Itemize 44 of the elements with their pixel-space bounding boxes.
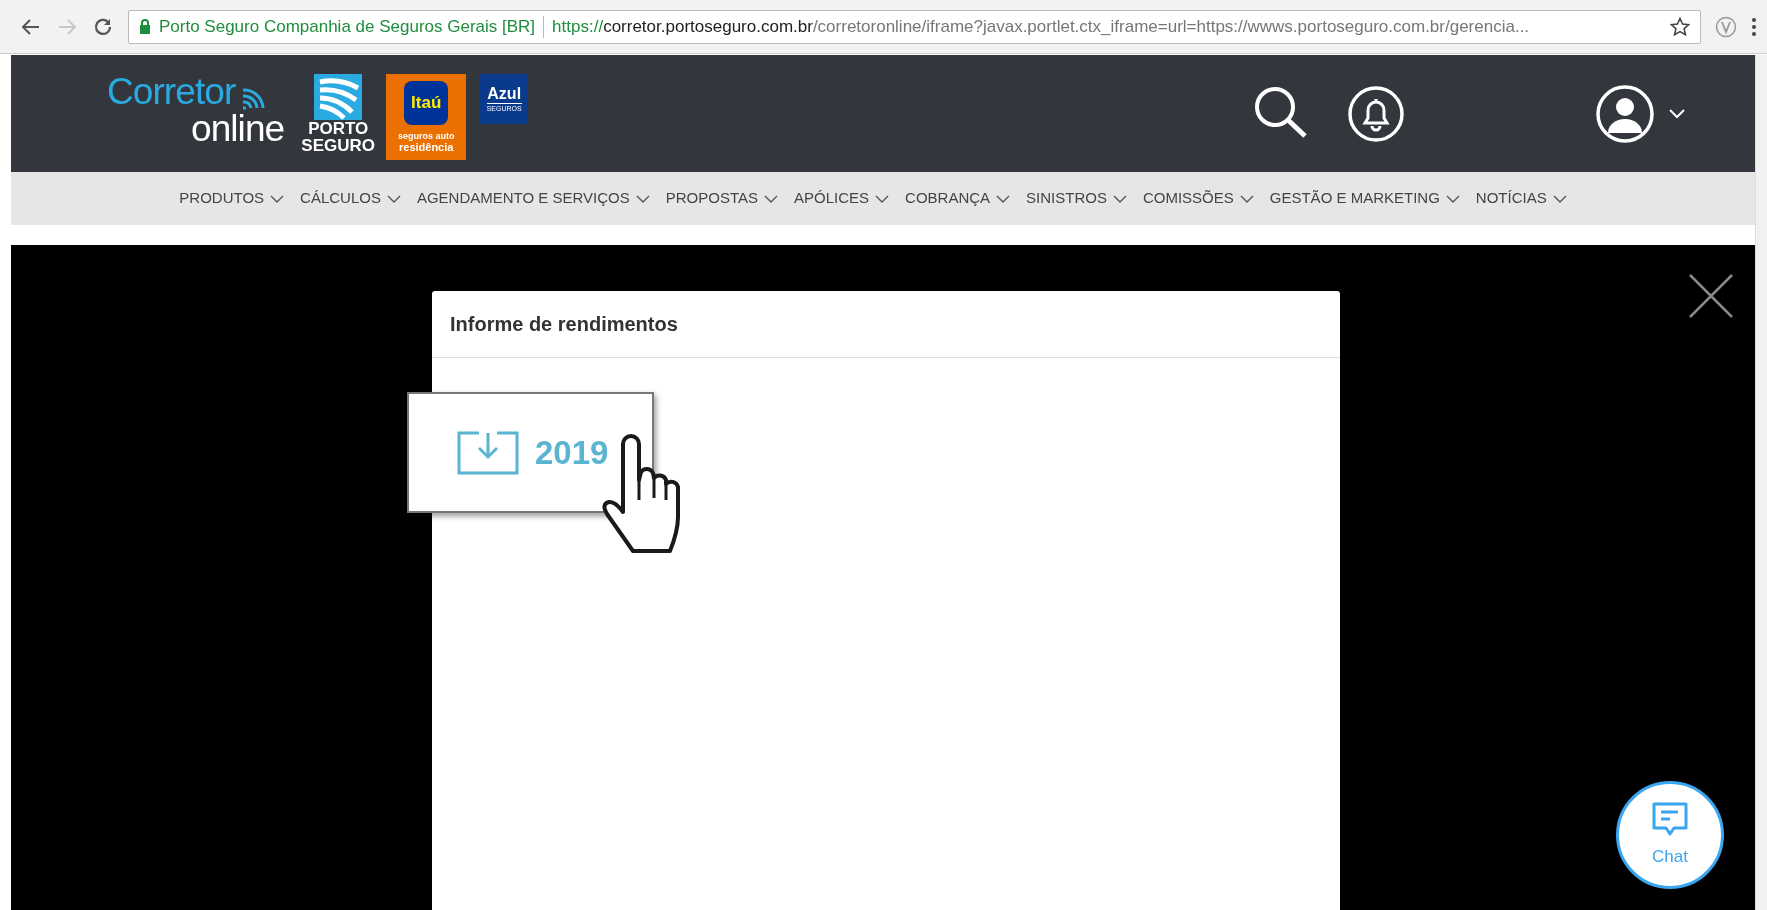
logo-text: Corretor xyxy=(107,72,236,110)
chevron-down-icon xyxy=(875,194,890,203)
extension-icon[interactable] xyxy=(1715,15,1737,38)
bell-icon[interactable] xyxy=(1347,84,1405,143)
logo-text: SEGURO xyxy=(301,137,376,154)
logo-text: residência xyxy=(399,141,454,153)
logo-text: Azul xyxy=(487,85,522,103)
nav-menu-item[interactable]: CÁLCULOS xyxy=(300,187,401,210)
sail-logo-icon xyxy=(314,74,363,120)
chevron-down-icon xyxy=(386,194,401,203)
chevron-down-icon xyxy=(1445,194,1460,203)
nav-menu-item[interactable]: GESTÃO E MARKETING xyxy=(1269,187,1460,210)
url-text: https://corretor.portoseguro.com.br/corretoronline/iframe?javax.portlet.ctx_iframe=url=https://wwws.portoseguro.com.br/gerencia... xyxy=(552,15,1531,38)
nav-menu-item[interactable]: NOTÍCIAS xyxy=(1475,187,1567,210)
nav-menu-item[interactable]: SINISTROS xyxy=(1026,187,1127,210)
star-icon[interactable] xyxy=(1670,16,1690,37)
chevron-down-icon xyxy=(1112,194,1127,203)
logo-text: PORTO xyxy=(308,120,369,137)
chevron-down-icon[interactable] xyxy=(1669,108,1685,119)
menu-icon[interactable] xyxy=(1751,16,1757,37)
chevron-down-icon xyxy=(1239,194,1254,203)
site-identity: Porto Seguro Companhia de Seguros Gerais [BR] xyxy=(159,15,536,38)
chevron-down-icon xyxy=(270,194,285,203)
chevron-down-icon xyxy=(635,194,650,203)
logo-text: Itaú xyxy=(404,81,449,125)
logo-text: seguros auto xyxy=(397,131,455,141)
chevron-down-icon xyxy=(1552,194,1567,203)
modal-title: Informe de rendimentos xyxy=(450,312,678,337)
close-icon[interactable] xyxy=(1688,273,1734,319)
nav-menu-item[interactable]: APÓLICES xyxy=(794,187,890,210)
search-icon[interactable] xyxy=(1253,84,1309,139)
nav-menu-item[interactable]: PRODUTOS xyxy=(179,187,285,210)
nav-menu-item[interactable]: PROPOSTAS xyxy=(665,187,778,210)
address-bar[interactable]: Porto Seguro Companhia de Seguros Gerais [BR] https://corretor.portoseguro.com.br/corretoronline/iframe?javax.portlet.ctx_iframe=url=https://wwws.portoseguro.com.br/gerencia... xyxy=(128,9,1701,44)
chevron-down-icon xyxy=(764,194,778,203)
user-avatar-icon[interactable] xyxy=(1595,83,1655,144)
nav-menu-item[interactable]: AGENDAMENTO E SERVIÇOS xyxy=(416,187,650,210)
scrollbar[interactable] xyxy=(1755,55,1767,910)
nav-menu-item[interactable]: COMISSÕES xyxy=(1142,187,1254,210)
chevron-down-icon xyxy=(996,194,1011,203)
download-icon xyxy=(457,430,519,475)
nav-menu-item[interactable]: COBRANÇA xyxy=(905,187,1011,210)
lock-icon xyxy=(139,19,151,34)
logo-text: online xyxy=(190,109,285,147)
